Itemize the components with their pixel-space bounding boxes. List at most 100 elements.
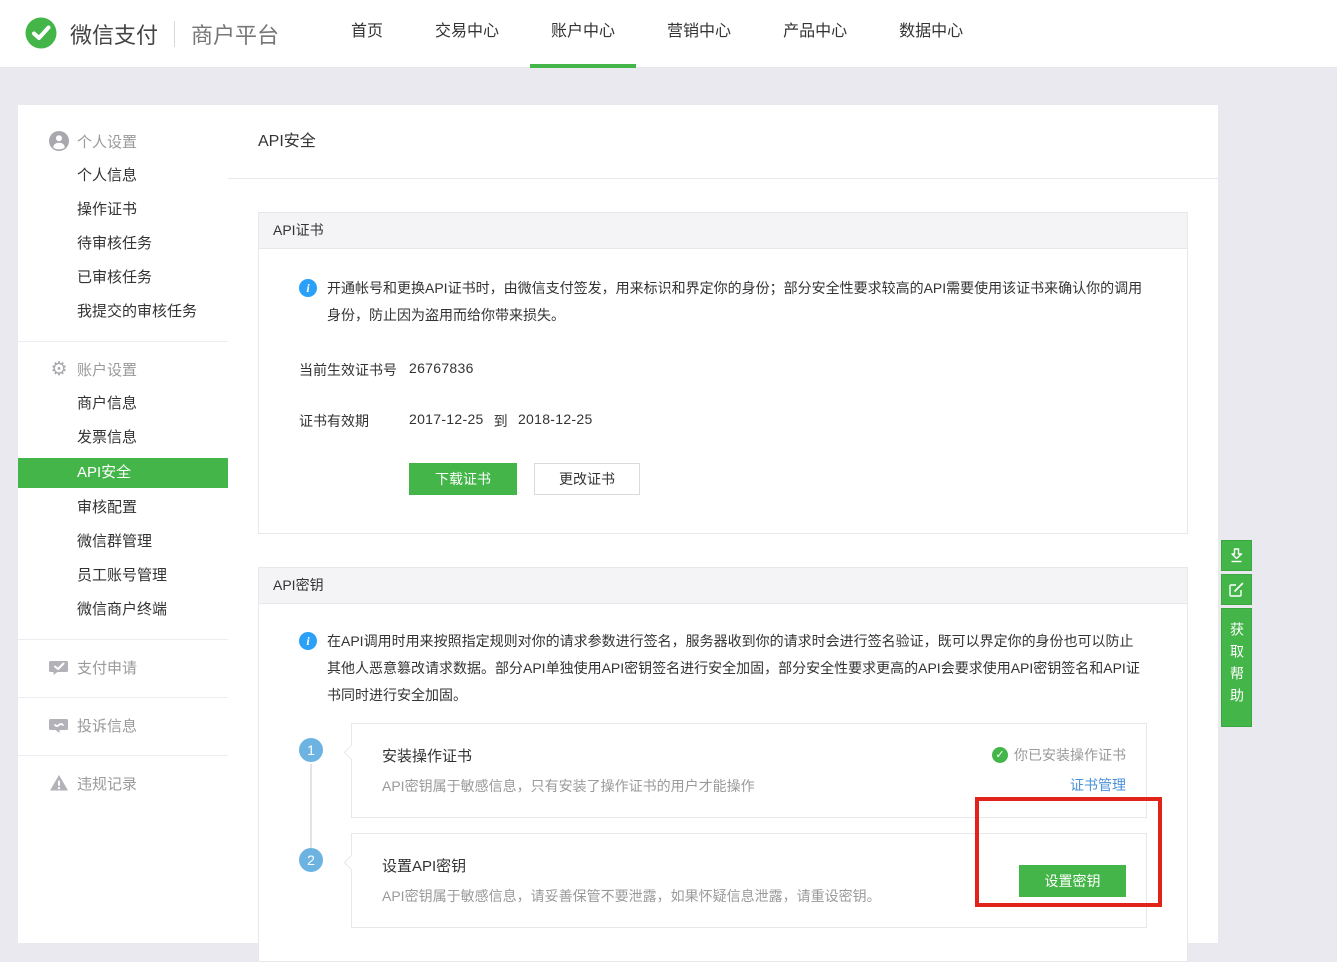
download-icon bbox=[1228, 547, 1245, 564]
sidebar-section-payment-apply[interactable]: 支付申请 bbox=[18, 649, 228, 685]
sidebar-item-staff-account[interactable]: 员工账号管理 bbox=[18, 559, 228, 593]
top-header: 微信支付 商户平台 首页 交易中心 账户中心 营销中心 产品中心 数据中心 bbox=[0, 0, 1337, 68]
sidebar-item-merchant-terminal[interactable]: 微信商户终端 bbox=[18, 593, 228, 627]
sidebar-group-payment: 支付申请 bbox=[18, 640, 228, 698]
sidebar-item-review-config[interactable]: 审核配置 bbox=[18, 491, 228, 525]
nav-tab-data-center[interactable]: 数据中心 bbox=[878, 0, 984, 68]
sidebar-group-account: ⚙ 账户设置 商户信息 发票信息 API安全 审核配置 微信群管理 员工账号管理… bbox=[18, 342, 228, 640]
cert-buttons-row: 下载证书 更改证书 bbox=[299, 463, 1147, 495]
api-key-card: API密钥 i 在API调用时用来按照指定规则对你的请求参数进行签名，服务器收到… bbox=[258, 567, 1188, 962]
sidebar-item-merchant-info[interactable]: 商户信息 bbox=[18, 387, 228, 421]
step-2-title: 设置API密钥 bbox=[382, 855, 881, 876]
api-key-card-title: API密钥 bbox=[259, 568, 1187, 604]
nav-tab-account-center[interactable]: 账户中心 bbox=[530, 0, 636, 68]
info-icon: i bbox=[299, 279, 317, 297]
sidebar-item-reviewed[interactable]: 已审核任务 bbox=[18, 261, 228, 295]
wechat-pay-logo-icon bbox=[22, 15, 60, 53]
step-1: 1 安装操作证书 API密钥属于敏感信息，只有安装了操作证书的用户才能操作 ✓ … bbox=[299, 723, 1147, 818]
step-2-text: 设置API密钥 API密钥属于敏感信息，请妥善保管不要泄露，如果怀疑信息泄露，请… bbox=[382, 855, 881, 906]
step-1-status-area: ✓ 你已安装操作证书 证书管理 bbox=[992, 745, 1126, 796]
cert-valid-join: 到 bbox=[494, 411, 508, 431]
sidebar-section-personal-settings[interactable]: 个人设置 bbox=[18, 123, 228, 159]
sidebar-section-label: 个人设置 bbox=[77, 131, 137, 152]
sidebar-section-violation-record[interactable]: 违规记录 bbox=[18, 765, 228, 801]
api-cert-card-title: API证书 bbox=[259, 213, 1187, 249]
cert-validity-row: 证书有效期 2017-12-25 到 2018-12-25 bbox=[299, 411, 1147, 431]
cert-validity-label: 证书有效期 bbox=[299, 411, 409, 431]
info-icon: i bbox=[299, 632, 317, 650]
nav-tab-transactions[interactable]: 交易中心 bbox=[414, 0, 520, 68]
product-name: 商户平台 bbox=[191, 18, 279, 50]
download-tool-button[interactable] bbox=[1221, 540, 1252, 571]
sidebar-section-label: 违规记录 bbox=[77, 773, 137, 794]
sidebar-section-label: 投诉信息 bbox=[77, 715, 137, 736]
sidebar-item-personal-info[interactable]: 个人信息 bbox=[18, 159, 228, 193]
set-api-key-button[interactable]: 设置密钥 bbox=[1019, 865, 1126, 897]
api-cert-info: i 开通帐号和更换API证书时，由微信支付签发，用来标识和界定你的身份；部分安全… bbox=[299, 275, 1147, 329]
cert-number-row: 当前生效证书号 26767836 bbox=[299, 360, 1147, 380]
cert-installed-status-text: 你已安装操作证书 bbox=[1014, 745, 1126, 765]
api-key-info: i 在API调用时用来按照指定规则对你的请求参数进行签名，服务器收到你的请求时会… bbox=[299, 628, 1147, 709]
user-icon bbox=[49, 131, 69, 151]
step-1-text: 安装操作证书 API密钥属于敏感信息，只有安装了操作证书的用户才能操作 bbox=[382, 745, 755, 796]
edit-icon bbox=[1228, 581, 1245, 598]
brand-name: 微信支付 bbox=[70, 18, 158, 50]
sidebar-section-complaint-info[interactable]: 投诉信息 bbox=[18, 707, 228, 743]
sidebar-section-account-settings[interactable]: ⚙ 账户设置 bbox=[18, 351, 228, 387]
step-2: 2 设置API密钥 API密钥属于敏感信息，请妥善保管不要泄露，如果怀疑信息泄露… bbox=[299, 833, 1147, 928]
step-2-desc: API密钥属于敏感信息，请妥善保管不要泄露，如果怀疑信息泄露，请重设密钥。 bbox=[382, 886, 881, 906]
sidebar-group-violation: 违规记录 bbox=[18, 756, 228, 813]
page-title: API安全 bbox=[228, 105, 1218, 179]
sidebar-group-personal: 个人设置 个人信息 操作证书 待审核任务 已审核任务 我提交的审核任务 bbox=[18, 105, 228, 342]
step-1-title: 安装操作证书 bbox=[382, 745, 755, 766]
sidebar-section-label: 支付申请 bbox=[77, 657, 137, 678]
chat-bubble-icon bbox=[49, 715, 69, 735]
feedback-tool-button[interactable] bbox=[1221, 574, 1252, 605]
main-panel: API安全 API证书 i 开通帐号和更换API证书时，由微信支付签发，用来标识… bbox=[228, 105, 1218, 943]
sidebar: 个人设置 个人信息 操作证书 待审核任务 已审核任务 我提交的审核任务 ⚙ 账户… bbox=[18, 105, 228, 943]
step-2-box: 设置API密钥 API密钥属于敏感信息，请妥善保管不要泄露，如果怀疑信息泄露，请… bbox=[351, 833, 1147, 928]
sidebar-item-api-security[interactable]: API安全 bbox=[18, 458, 228, 488]
download-cert-button[interactable]: 下载证书 bbox=[409, 463, 517, 495]
sidebar-item-invoice-info[interactable]: 发票信息 bbox=[18, 421, 228, 455]
cert-number-label: 当前生效证书号 bbox=[299, 360, 409, 380]
api-cert-card-body: i 开通帐号和更换API证书时，由微信支付签发，用来标识和界定你的身份；部分安全… bbox=[259, 249, 1187, 533]
cert-valid-from: 2017-12-25 bbox=[409, 411, 484, 431]
step-1-box: 安装操作证书 API密钥属于敏感信息，只有安装了操作证书的用户才能操作 ✓ 你已… bbox=[351, 723, 1147, 818]
gear-icon: ⚙ bbox=[49, 359, 69, 379]
api-cert-info-text: 开通帐号和更换API证书时，由微信支付签发，用来标识和界定你的身份；部分安全性要… bbox=[327, 275, 1147, 329]
chat-check-icon bbox=[49, 657, 69, 677]
api-key-card-body: i 在API调用时用来按照指定规则对你的请求参数进行签名，服务器收到你的请求时会… bbox=[259, 604, 1187, 961]
step-2-badge: 2 bbox=[299, 848, 323, 872]
step-connector-line bbox=[310, 764, 312, 854]
logo-divider bbox=[174, 21, 175, 47]
cert-installed-status: ✓ 你已安装操作证书 bbox=[992, 745, 1126, 765]
success-check-icon: ✓ bbox=[992, 747, 1008, 763]
floating-tools: 获取帮助 bbox=[1221, 540, 1252, 727]
change-cert-button[interactable]: 更改证书 bbox=[534, 463, 640, 495]
sidebar-item-my-submitted-review[interactable]: 我提交的审核任务 bbox=[18, 295, 228, 329]
sidebar-item-pending-review[interactable]: 待审核任务 bbox=[18, 227, 228, 261]
api-cert-card: API证书 i 开通帐号和更换API证书时，由微信支付签发，用来标识和界定你的身… bbox=[258, 212, 1188, 534]
step-1-desc: API密钥属于敏感信息，只有安装了操作证书的用户才能操作 bbox=[382, 776, 755, 796]
sidebar-item-wechat-group[interactable]: 微信群管理 bbox=[18, 525, 228, 559]
nav-tab-home[interactable]: 首页 bbox=[330, 0, 404, 68]
warning-triangle-icon bbox=[49, 773, 69, 793]
nav-tab-marketing[interactable]: 营销中心 bbox=[646, 0, 752, 68]
step-2-action-area: 设置密钥 bbox=[1019, 855, 1126, 906]
page-content: API证书 i 开通帐号和更换API证书时，由微信支付签发，用来标识和界定你的身… bbox=[228, 179, 1218, 962]
sidebar-item-operation-cert[interactable]: 操作证书 bbox=[18, 193, 228, 227]
get-help-label: 获取帮助 bbox=[1222, 622, 1251, 710]
logo[interactable]: 微信支付 商户平台 bbox=[22, 0, 279, 68]
get-help-button[interactable]: 获取帮助 bbox=[1221, 608, 1252, 727]
cert-manage-link[interactable]: 证书管理 bbox=[1070, 775, 1126, 795]
api-key-steps: 1 安装操作证书 API密钥属于敏感信息，只有安装了操作证书的用户才能操作 ✓ … bbox=[299, 723, 1147, 928]
cert-valid-to: 2018-12-25 bbox=[518, 411, 593, 431]
step-1-badge: 1 bbox=[299, 738, 323, 762]
nav-tab-products[interactable]: 产品中心 bbox=[762, 0, 868, 68]
sidebar-group-complaint: 投诉信息 bbox=[18, 698, 228, 756]
cert-number-value: 26767836 bbox=[409, 360, 474, 380]
api-key-info-text: 在API调用时用来按照指定规则对你的请求参数进行签名，服务器收到你的请求时会进行… bbox=[327, 628, 1147, 709]
main-nav: 首页 交易中心 账户中心 营销中心 产品中心 数据中心 bbox=[330, 0, 984, 68]
sidebar-section-label: 账户设置 bbox=[77, 359, 137, 380]
